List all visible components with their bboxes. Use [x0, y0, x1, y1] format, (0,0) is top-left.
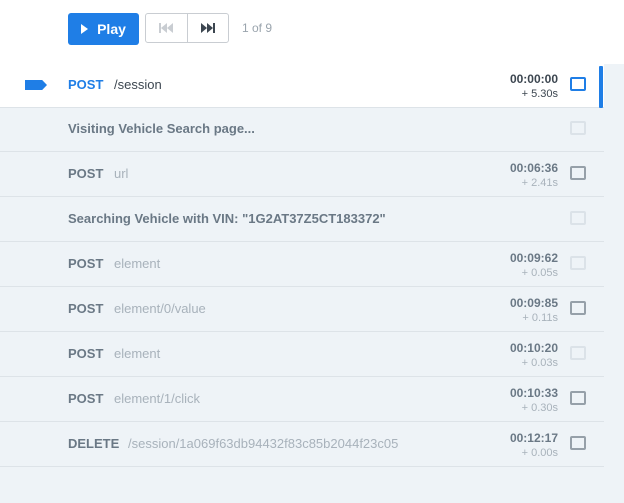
command-row[interactable]: DELETE /session/1a069f63db94432f83c85b20… — [0, 423, 604, 467]
log-message: Visiting Vehicle Search page... — [68, 121, 255, 136]
command-time: 00:06:36 — [509, 161, 558, 175]
play-icon — [81, 24, 89, 34]
command-method: POST — [68, 256, 104, 271]
command-path: element — [114, 346, 161, 361]
step-counter: 1 of 9 — [242, 21, 273, 35]
command-method: POST — [68, 391, 104, 406]
command-method: POST — [68, 301, 104, 316]
breakpoint-checkbox[interactable] — [570, 436, 586, 450]
command-method: DELETE — [68, 436, 120, 451]
playback-toolbar: Play 1 of 9 — [0, 0, 624, 64]
command-method: POST — [68, 166, 104, 181]
command-time: 00:12:17 — [509, 431, 558, 445]
breakpoint-checkbox[interactable] — [570, 121, 586, 135]
step-forward-button[interactable] — [188, 14, 229, 42]
command-row[interactable]: POST element 00:10:20 + 0.03s — [0, 333, 604, 377]
command-row[interactable]: Searching Vehicle with VIN: "1G2AT37Z5CT… — [0, 198, 604, 242]
skip-back-icon — [159, 23, 174, 33]
breakpoint-checkbox[interactable] — [570, 77, 586, 91]
command-path: element/1/click — [114, 391, 200, 406]
command-delta: + 0.11s — [522, 312, 558, 324]
breakpoint-checkbox[interactable] — [570, 301, 586, 315]
step-back-button[interactable] — [146, 14, 188, 42]
breakpoint-checkbox[interactable] — [570, 346, 586, 360]
command-delta: + 0.00s — [521, 447, 558, 459]
breakpoint-checkbox[interactable] — [570, 211, 586, 225]
command-delta: + 0.30s — [521, 402, 558, 414]
command-path: /session/1a069f63db94432f83c85b2044f23c0… — [128, 436, 399, 451]
command-path: element/0/value — [114, 301, 206, 316]
breakpoint-checkbox[interactable] — [570, 166, 586, 180]
command-row[interactable]: POST element/0/value 00:09:85 + 0.11s — [0, 288, 604, 332]
breakpoint-checkbox[interactable] — [570, 391, 586, 405]
command-delta: + 2.41s — [521, 177, 558, 189]
log-message: Searching Vehicle with VIN: "1G2AT37Z5CT… — [68, 211, 386, 226]
command-row[interactable]: POST url 00:06:36 + 2.41s — [0, 153, 604, 197]
step-controls — [145, 13, 229, 43]
command-row[interactable]: Visiting Vehicle Search page... — [0, 108, 604, 152]
breakpoint-checkbox[interactable] — [570, 256, 586, 270]
command-delta: + 0.05s — [521, 267, 558, 279]
scrollbar-thumb[interactable] — [599, 66, 603, 108]
command-path: url — [114, 166, 129, 181]
command-delta: + 0.03s — [521, 357, 558, 369]
current-step-arrow-icon — [25, 80, 47, 90]
play-button[interactable]: Play — [68, 13, 139, 45]
skip-forward-icon — [200, 23, 215, 33]
command-row[interactable]: POST /session 00:00:00 + 5.30s — [0, 64, 604, 108]
command-path: element — [114, 256, 161, 271]
command-time: 00:10:33 — [509, 386, 558, 400]
command-method: POST — [68, 346, 104, 361]
play-label: Play — [97, 21, 126, 37]
command-time: 00:09:62 — [509, 251, 558, 265]
command-path: /session — [114, 77, 162, 92]
command-list: POST /session 00:00:00 + 5.30s Visiting … — [0, 64, 624, 503]
command-time: 00:10:20 — [509, 341, 558, 355]
command-row[interactable]: POST element/1/click 00:10:33 + 0.30s — [0, 378, 604, 422]
command-delta: + 5.30s — [521, 88, 558, 100]
command-method: POST — [68, 77, 104, 92]
command-row[interactable]: POST element 00:09:62 + 0.05s — [0, 243, 604, 287]
command-time: 00:09:85 — [509, 296, 558, 310]
command-time: 00:00:00 — [509, 72, 558, 86]
